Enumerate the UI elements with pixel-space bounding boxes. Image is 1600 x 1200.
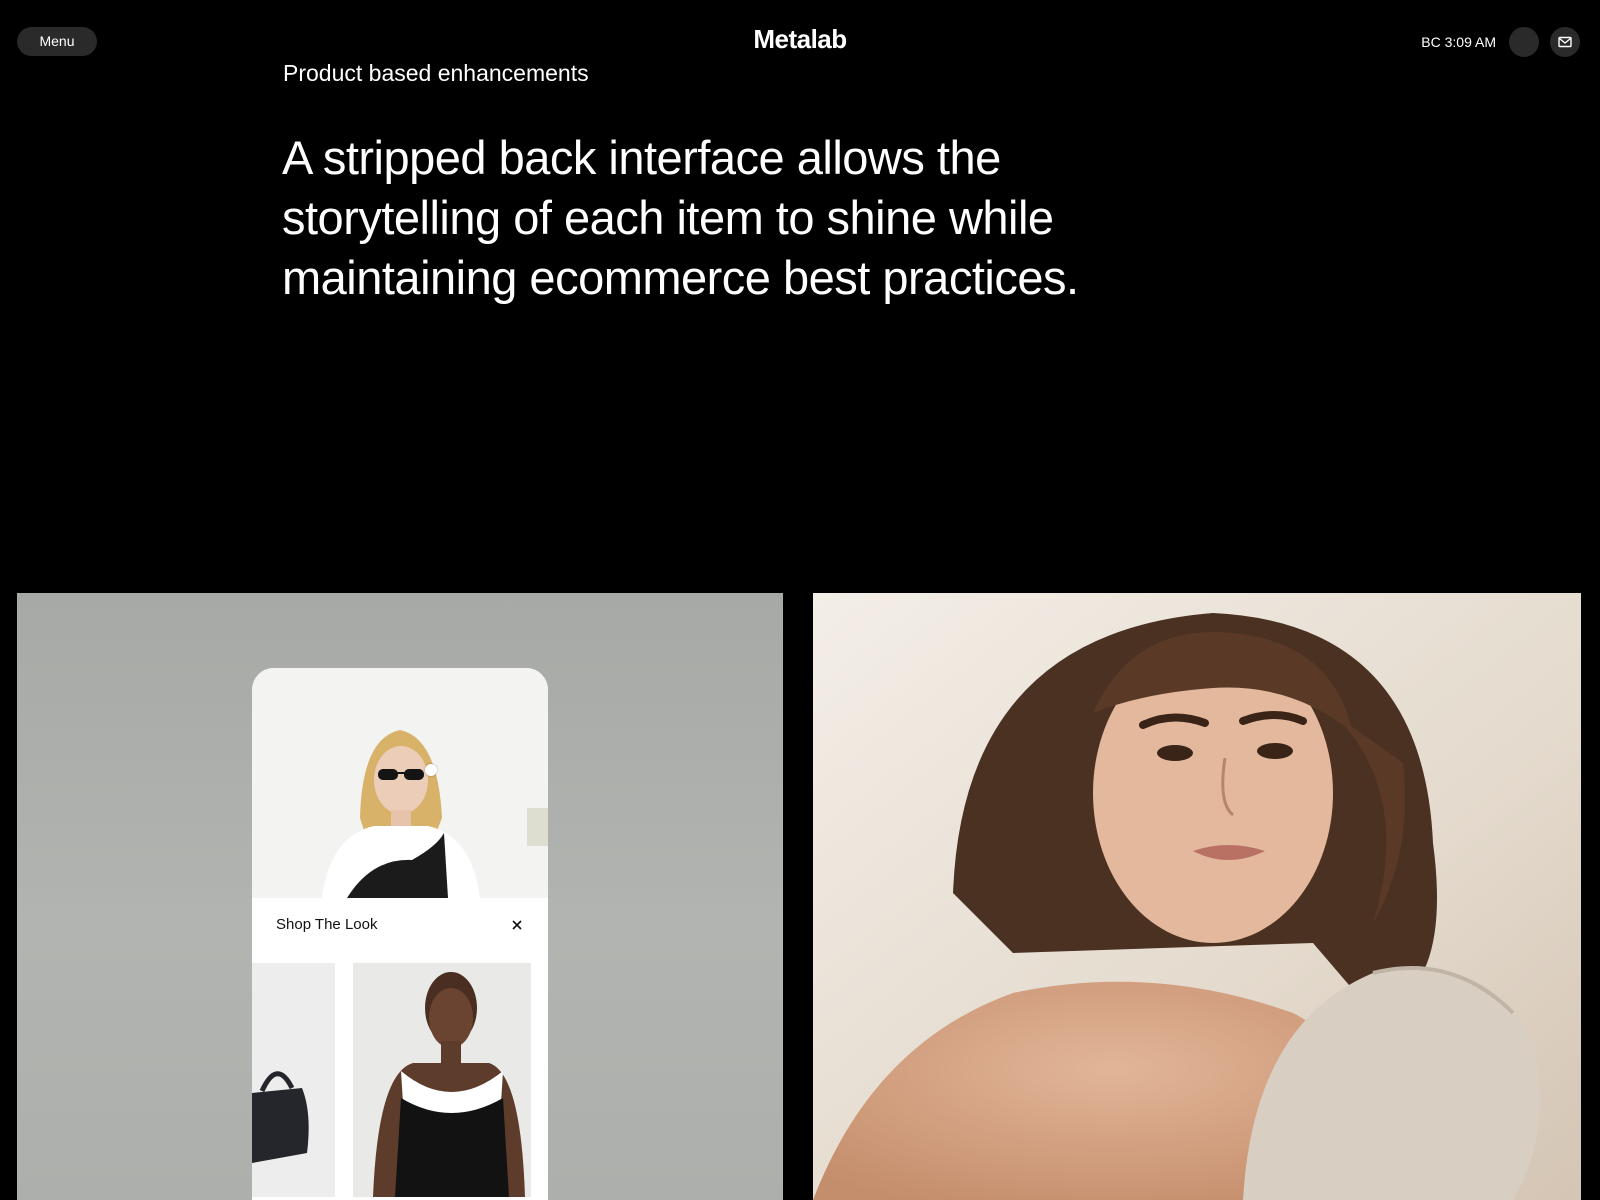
product-card-dress[interactable] — [353, 963, 531, 1197]
brand-logo[interactable]: Metalab — [0, 24, 1600, 55]
portrait-photo — [813, 593, 1581, 1200]
next-image-peek — [527, 808, 548, 846]
dark-mode-toggle[interactable] — [1509, 27, 1539, 57]
phone-mockup-panel: Shop The Look — [17, 593, 783, 1200]
shop-the-look-title: Shop The Look — [276, 916, 378, 933]
close-icon — [512, 920, 522, 930]
contact-button[interactable] — [1550, 27, 1580, 57]
mail-icon — [1558, 36, 1572, 48]
hero-product-photo — [252, 668, 548, 898]
clock: BC 3:09 AM — [1421, 34, 1496, 50]
section-eyebrow: Product based enhancements — [283, 60, 589, 86]
close-button[interactable] — [508, 916, 526, 934]
shop-the-look-sheet: Shop The Look — [252, 898, 548, 1200]
product-hotspot[interactable] — [425, 764, 437, 776]
moon-icon — [1523, 36, 1529, 48]
section-headline: A stripped back interface allows the sto… — [282, 131, 1079, 304]
header-actions: BC 3:09 AM — [1421, 27, 1580, 57]
portrait-image — [813, 593, 1581, 1200]
product-card-bag[interactable] — [252, 963, 335, 1197]
phone-mockup: Shop The Look — [252, 668, 548, 1200]
site-header: Menu Metalab BC 3:09 AM — [0, 0, 1600, 82]
